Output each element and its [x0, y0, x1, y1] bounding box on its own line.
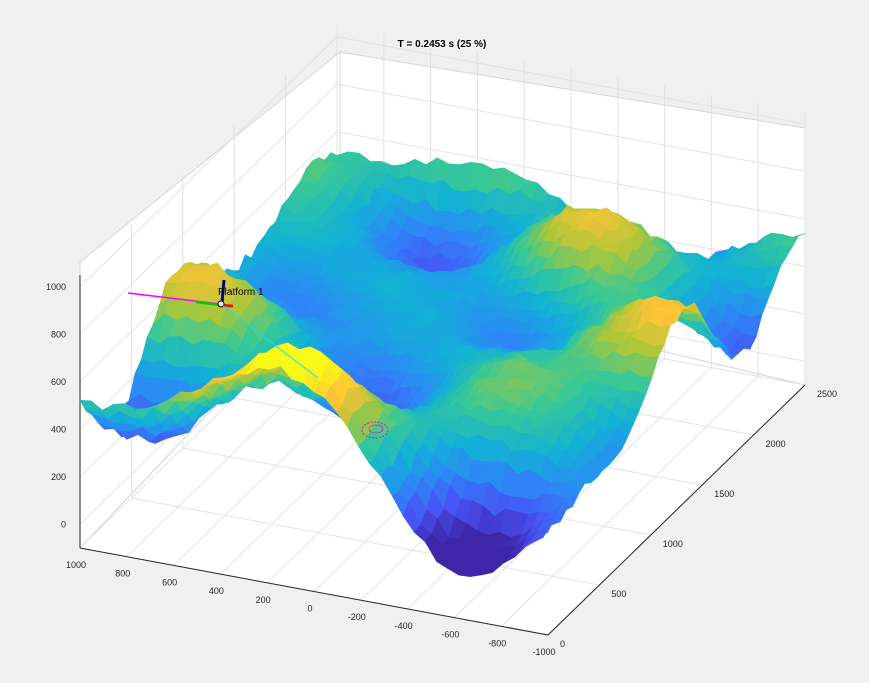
x-tick-label: 400 [209, 586, 224, 596]
x-tick-label: 0 [307, 604, 312, 614]
y-tick-label: 1500 [714, 489, 734, 499]
figure-canvas: Platform 1 -1000 -800 -600 -400 -200 0 200 400 6… [0, 0, 869, 683]
x-tick-label: -200 [348, 612, 366, 622]
z-tick-label: 400 [51, 424, 66, 434]
x-tick-label: 200 [256, 595, 271, 605]
y-tick-label: 1000 [663, 539, 683, 549]
y-tick-label: 500 [611, 589, 626, 599]
y-tick-label: 2500 [817, 389, 837, 399]
chart-title: T = 0.2453 s (25 %) [398, 39, 487, 50]
x-tick-label: -400 [395, 621, 413, 631]
z-tick-label: 600 [51, 377, 66, 387]
x-tick-label: 600 [162, 577, 177, 587]
platform-label: Platform 1 [218, 287, 264, 298]
x-tick-label: -1000 [532, 647, 555, 657]
y-tick-label: 2000 [766, 439, 786, 449]
z-tick-label: 800 [51, 329, 66, 339]
y-tick-label: 0 [560, 639, 565, 649]
x-tick-label: -800 [488, 638, 506, 648]
x-tick-label: 800 [115, 569, 130, 579]
x-tick-label: -600 [441, 630, 459, 640]
z-tick-label: 200 [51, 472, 66, 482]
x-tick-label: 1000 [66, 560, 86, 570]
z-tick-label: 0 [61, 519, 66, 529]
z-tick-label: 1000 [46, 282, 66, 292]
